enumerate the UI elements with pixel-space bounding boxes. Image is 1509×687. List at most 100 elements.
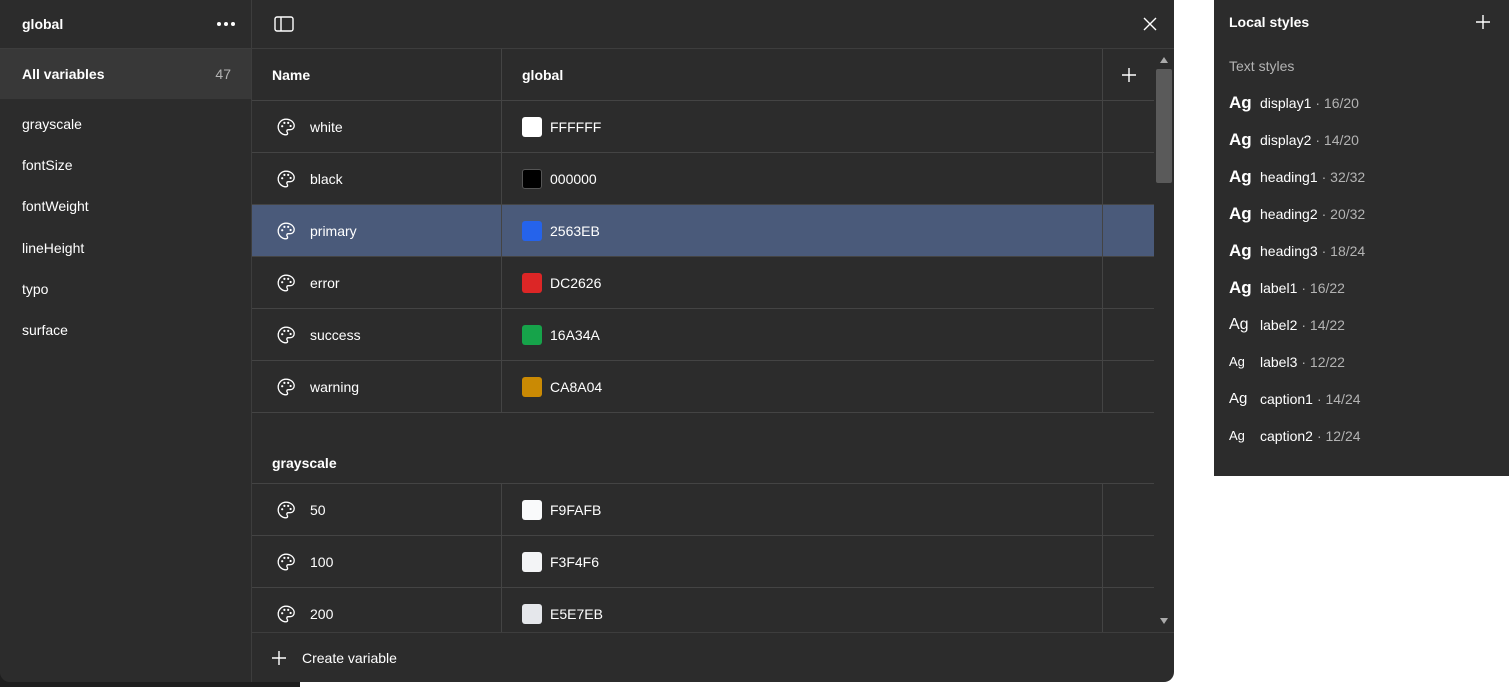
text-style-item[interactable]: Ag display2 · 14/20 xyxy=(1214,121,1509,158)
sidebar-item-fontsize[interactable]: fontSize xyxy=(0,144,251,185)
empty-mode-cell xyxy=(1103,484,1154,535)
table-row[interactable]: black 000000 xyxy=(252,153,1154,205)
table-row[interactable]: 200 E5E7EB xyxy=(252,588,1154,632)
create-variable-button[interactable]: Create variable xyxy=(252,632,1174,682)
variable-name-cell[interactable]: warning xyxy=(252,361,502,412)
table-row[interactable]: 50 F9FAFB xyxy=(252,484,1154,536)
text-style-item[interactable]: Ag heading3 · 18/24 xyxy=(1214,232,1509,269)
variable-name-cell[interactable]: 100 xyxy=(252,536,502,587)
variable-value: E5E7EB xyxy=(550,605,603,622)
text-style-preview-icon: Ag xyxy=(1229,277,1252,297)
color-swatch[interactable] xyxy=(522,324,542,345)
text-style-item[interactable]: Ag display1 · 16/20 xyxy=(1214,84,1509,121)
text-style-item[interactable]: Ag label2 · 14/22 xyxy=(1214,306,1509,343)
variable-value-cell[interactable]: FFFFFF xyxy=(502,101,1103,152)
variable-value-cell[interactable]: CA8A04 xyxy=(502,361,1103,412)
color-palette-icon xyxy=(276,117,296,137)
table-row[interactable]: warning CA8A04 xyxy=(252,361,1154,413)
sidebar-toggle-icon[interactable] xyxy=(272,12,296,36)
color-palette-icon xyxy=(276,500,296,520)
table-row[interactable]: 100 F3F4F6 xyxy=(252,536,1154,588)
text-style-size: · 18/24 xyxy=(1321,242,1366,259)
variables-dialog: global All variables 47 grayscale fontSiz… xyxy=(0,0,1174,682)
color-swatch[interactable] xyxy=(522,551,542,572)
text-style-preview-icon: Ag xyxy=(1229,240,1252,260)
variable-name-cell[interactable]: black xyxy=(252,153,502,204)
text-style-item[interactable]: Ag heading2 · 20/32 xyxy=(1214,195,1509,232)
variable-value-cell[interactable]: 16A34A xyxy=(502,309,1103,360)
variable-value: CA8A04 xyxy=(550,378,603,395)
color-swatch[interactable] xyxy=(522,376,542,397)
table-row[interactable]: error DC2626 xyxy=(252,257,1154,309)
sidebar-item-grayscale[interactable]: grayscale xyxy=(0,103,251,144)
table-row[interactable]: white FFFFFF xyxy=(252,101,1154,153)
color-swatch[interactable] xyxy=(522,168,542,189)
text-style-name: display2 xyxy=(1260,131,1312,148)
variable-value-cell[interactable]: E5E7EB xyxy=(502,588,1103,632)
add-style-icon[interactable] xyxy=(1471,10,1495,34)
variable-name-cell[interactable]: primary xyxy=(252,205,502,256)
scroll-down-icon[interactable] xyxy=(1160,618,1168,624)
text-style-name: label3 xyxy=(1260,353,1298,370)
group-title: grayscale xyxy=(252,443,1154,484)
variable-value-cell[interactable]: F9FAFB xyxy=(502,484,1103,535)
text-style-item[interactable]: Ag heading1 · 32/32 xyxy=(1214,158,1509,195)
sidebar-item-all-variables[interactable]: All variables 47 xyxy=(0,49,251,99)
text-style-preview-icon: Ag xyxy=(1229,315,1249,333)
sidebar-item-surface[interactable]: surface xyxy=(0,309,251,350)
variable-value-cell[interactable]: F3F4F6 xyxy=(502,536,1103,587)
variable-rows: white FFFFFF black 000000 primary 2563EB error… xyxy=(252,101,1154,413)
column-header-mode[interactable]: global xyxy=(502,49,1103,100)
variable-value-cell[interactable]: 000000 xyxy=(502,153,1103,204)
color-palette-icon xyxy=(276,273,296,293)
text-style-item[interactable]: Ag label1 · 16/22 xyxy=(1214,269,1509,306)
sidebar-item-label: fontSize xyxy=(22,156,73,173)
variable-name-cell[interactable]: error xyxy=(252,257,502,308)
local-styles-panel: Local styles Text styles Ag display1 · 16/… xyxy=(1214,0,1509,476)
variable-value: F9FAFB xyxy=(550,501,602,518)
table-row[interactable]: success 16A34A xyxy=(252,309,1154,361)
variable-name: white xyxy=(310,118,343,135)
scroll-up-icon[interactable] xyxy=(1160,57,1168,63)
variable-name-cell[interactable]: 200 xyxy=(252,588,502,632)
text-style-item[interactable]: Ag label3 · 12/22 xyxy=(1214,343,1509,380)
variable-name-cell[interactable]: white xyxy=(252,101,502,152)
color-swatch[interactable] xyxy=(522,272,542,293)
variable-value-cell[interactable]: 2563EB xyxy=(502,205,1103,256)
color-swatch[interactable] xyxy=(522,220,542,241)
variable-name: 200 xyxy=(310,605,334,622)
color-swatch[interactable] xyxy=(522,603,542,624)
text-style-name: heading3 xyxy=(1260,242,1318,259)
variable-name-cell[interactable]: 50 xyxy=(252,484,502,535)
color-palette-icon xyxy=(276,169,296,189)
scrollbar-thumb[interactable] xyxy=(1156,69,1172,183)
color-palette-icon xyxy=(276,604,296,624)
text-style-item[interactable]: Ag caption1 · 14/24 xyxy=(1214,380,1509,417)
add-mode-button[interactable] xyxy=(1103,49,1154,100)
variable-name-cell[interactable]: success xyxy=(252,309,502,360)
more-options-icon[interactable] xyxy=(211,16,241,32)
text-style-name: heading1 xyxy=(1260,168,1318,185)
text-style-preview-icon: Ag xyxy=(1229,354,1245,369)
variable-name: 100 xyxy=(310,553,334,570)
color-swatch[interactable] xyxy=(522,116,542,137)
variable-value-cell[interactable]: DC2626 xyxy=(502,257,1103,308)
table-row[interactable]: primary 2563EB xyxy=(252,205,1154,257)
sidebar-item-label: All variables xyxy=(22,66,105,82)
sidebar-item-typo[interactable]: typo xyxy=(0,268,251,309)
create-variable-label: Create variable xyxy=(302,649,397,666)
sidebar-item-fontweight[interactable]: fontWeight xyxy=(0,186,251,227)
text-style-item[interactable]: Ag caption2 · 12/24 xyxy=(1214,417,1509,454)
color-swatch[interactable] xyxy=(522,499,542,520)
text-style-name: label2 xyxy=(1260,316,1298,333)
text-style-size: · 16/20 xyxy=(1315,94,1359,111)
variables-main: Name global white FFFFFF black 000000 primar… xyxy=(252,0,1174,682)
scrollbar[interactable] xyxy=(1154,49,1174,632)
color-palette-icon xyxy=(276,377,296,397)
empty-mode-cell xyxy=(1103,309,1154,360)
sidebar-item-lineheight[interactable]: lineHeight xyxy=(0,227,251,268)
text-style-name: caption2 xyxy=(1260,427,1313,444)
group-list: grayscale fontSize fontWeight lineHeight typ… xyxy=(0,99,251,351)
text-style-size: · 14/24 xyxy=(1316,390,1361,407)
close-icon[interactable] xyxy=(1138,12,1162,36)
